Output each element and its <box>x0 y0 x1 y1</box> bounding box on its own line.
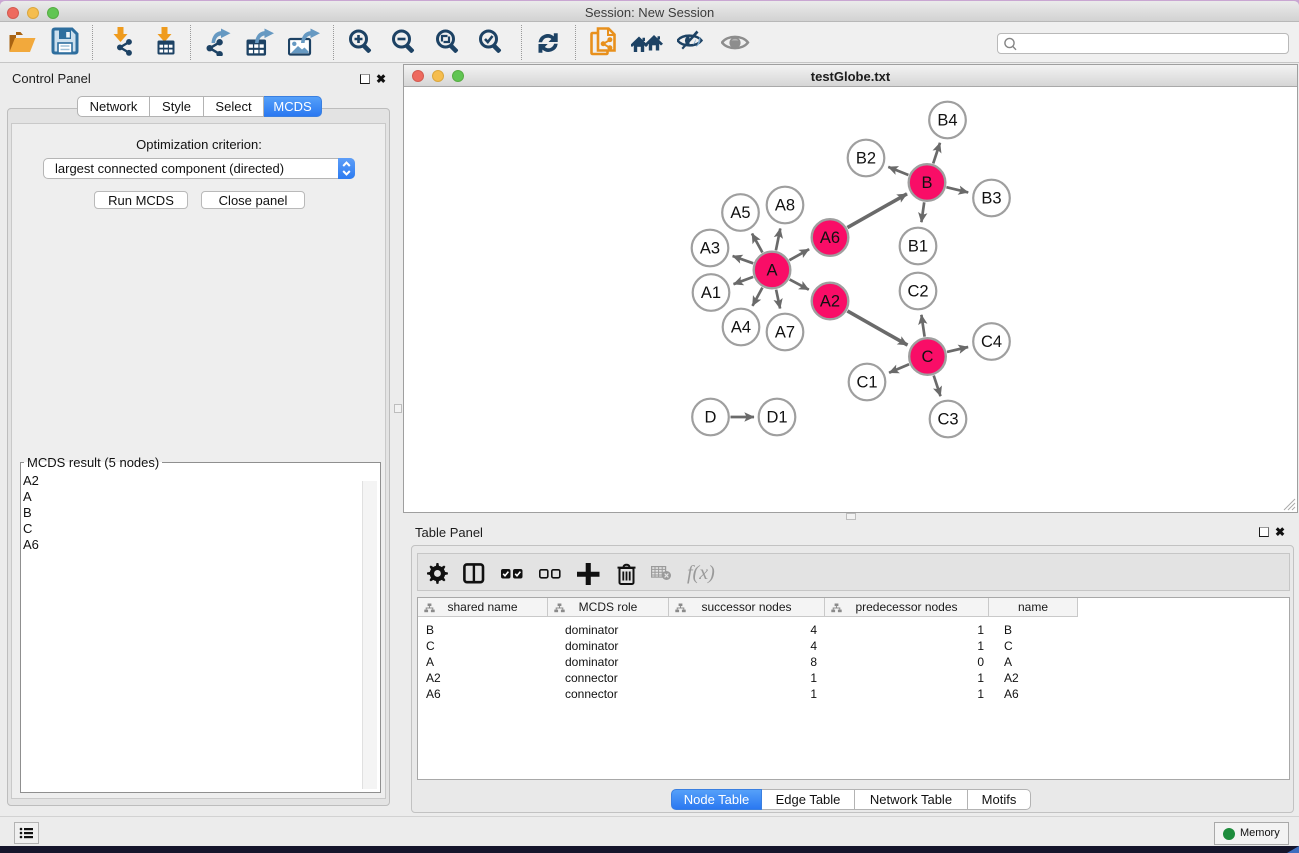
svg-text:B: B <box>921 174 932 192</box>
svg-text:B3: B3 <box>981 190 1001 208</box>
svg-text:A4: A4 <box>731 319 751 337</box>
svg-text:D: D <box>705 409 717 427</box>
svg-text:A2: A2 <box>820 293 840 311</box>
svg-text:A6: A6 <box>820 229 840 247</box>
svg-text:A1: A1 <box>701 284 721 302</box>
svg-text:A8: A8 <box>775 197 795 215</box>
svg-text:C2: C2 <box>907 283 928 301</box>
svg-text:C3: C3 <box>937 411 958 429</box>
svg-text:B1: B1 <box>908 238 928 256</box>
svg-text:A: A <box>766 262 777 280</box>
svg-text:D1: D1 <box>766 409 787 427</box>
svg-text:A7: A7 <box>775 324 795 342</box>
svg-text:C: C <box>922 348 934 366</box>
svg-text:C1: C1 <box>856 374 877 392</box>
svg-text:B2: B2 <box>856 150 876 168</box>
svg-text:A3: A3 <box>700 240 720 258</box>
svg-text:C4: C4 <box>981 333 1002 351</box>
svg-text:A5: A5 <box>730 204 750 222</box>
svg-text:B4: B4 <box>937 112 957 130</box>
